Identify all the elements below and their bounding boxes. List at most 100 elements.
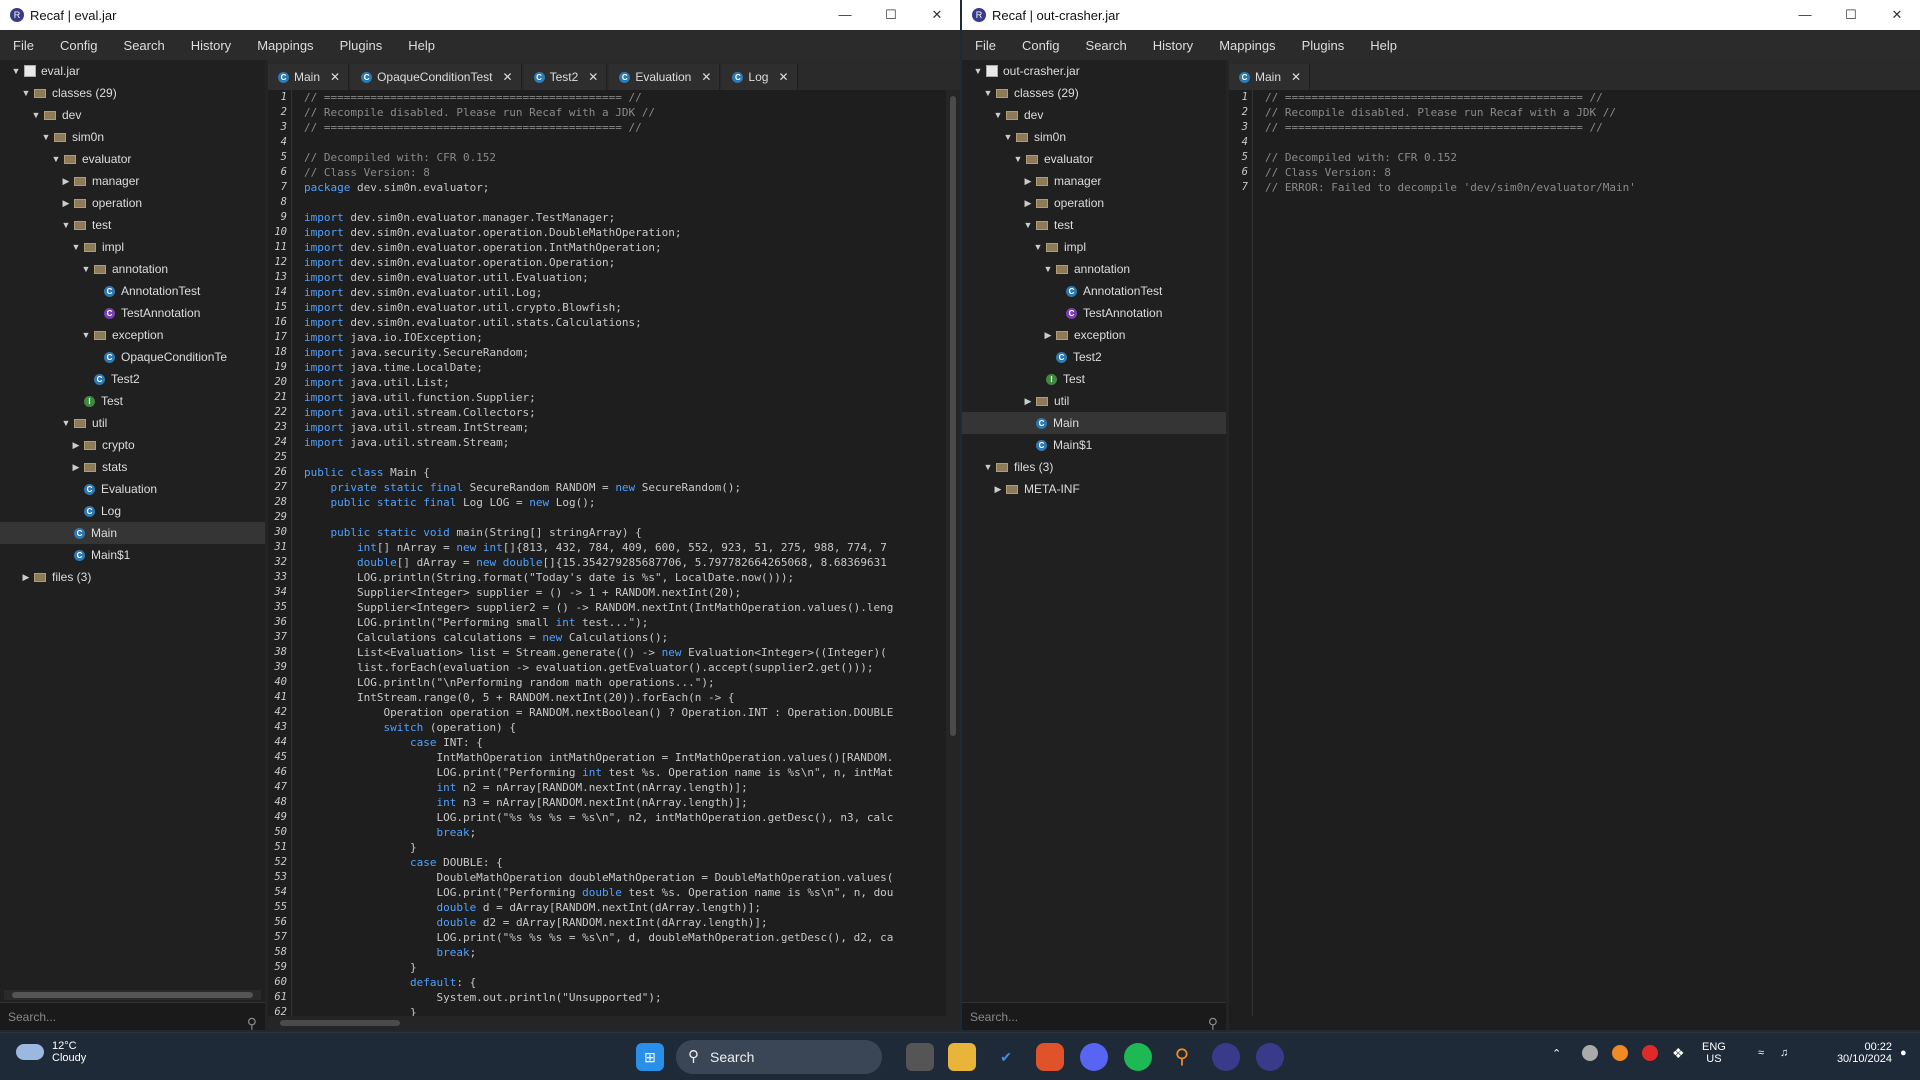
network-tray-icon[interactable]: ❖	[1672, 1045, 1685, 1062]
todo-icon[interactable]: ✔	[992, 1043, 1020, 1071]
wifi-icon[interactable]: ≈	[1758, 1047, 1764, 1059]
chevron-right-icon[interactable]: ▶	[20, 566, 32, 588]
tree-node[interactable]: ▼ sim0n	[0, 126, 265, 148]
tree-node[interactable]: ▼ test	[0, 214, 265, 236]
tray-app-icon[interactable]	[1612, 1045, 1628, 1061]
title-bar[interactable]: R Recaf | eval.jar — ☐ ✕	[0, 0, 960, 30]
close-icon[interactable]: ✕	[1291, 70, 1301, 84]
spotify-icon[interactable]	[1124, 1043, 1152, 1071]
tree-node[interactable]: C Main$1	[0, 544, 265, 566]
tree-node[interactable]: ▼ util	[0, 412, 265, 434]
tree-node[interactable]: I Test	[962, 368, 1226, 390]
menu-mappings[interactable]: Mappings	[1206, 38, 1288, 53]
tree-node[interactable]: ▶ manager	[0, 170, 265, 192]
tree-node[interactable]: ▶ files (3)	[0, 566, 265, 588]
tree-node[interactable]: ▶ META-INF	[962, 478, 1226, 500]
recaf-taskbar-icon[interactable]	[1212, 1043, 1240, 1071]
tree-node[interactable]: ▼ annotation	[962, 258, 1226, 280]
chevron-down-icon[interactable]: ▼	[1022, 214, 1034, 236]
menu-help[interactable]: Help	[395, 38, 448, 53]
chevron-up-icon[interactable]: ⌃	[1552, 1047, 1561, 1060]
tree-node[interactable]: ▶ operation	[962, 192, 1226, 214]
chevron-right-icon[interactable]: ▶	[1022, 192, 1034, 214]
minimize-button[interactable]: —	[1782, 0, 1828, 30]
chevron-right-icon[interactable]: ▶	[992, 478, 1004, 500]
tab-test2[interactable]: C Test2 ✕	[523, 64, 608, 90]
close-icon[interactable]: ✕	[701, 70, 711, 84]
tree-node[interactable]: ▼ dev	[0, 104, 265, 126]
chevron-down-icon[interactable]: ▼	[1032, 236, 1044, 258]
chevron-down-icon[interactable]: ▼	[1002, 126, 1014, 148]
menu-history[interactable]: History	[1140, 38, 1206, 53]
discord-tray-icon[interactable]	[1582, 1045, 1598, 1061]
chevron-down-icon[interactable]: ▼	[70, 236, 82, 258]
tree-node[interactable]: ▼ classes (29)	[0, 82, 265, 104]
clock[interactable]: 00:22 30/10/2024	[1818, 1041, 1892, 1065]
tree-node[interactable]: C Evaluation	[0, 478, 265, 500]
chevron-right-icon[interactable]: ▶	[1042, 324, 1054, 346]
tree-node[interactable]: ▼ annotation	[0, 258, 265, 280]
tree-node[interactable]: C Main	[0, 522, 265, 544]
menu-file[interactable]: File	[962, 38, 1009, 53]
tree-node[interactable]: C TestAnnotation	[962, 302, 1226, 324]
chevron-down-icon[interactable]: ▼	[80, 324, 92, 346]
chevron-right-icon[interactable]: ▶	[70, 456, 82, 478]
maximize-button[interactable]: ☐	[868, 0, 914, 30]
menu-search[interactable]: Search	[1073, 38, 1140, 53]
tree-node[interactable]: ▼ sim0n	[962, 126, 1226, 148]
chevron-down-icon[interactable]: ▼	[982, 82, 994, 104]
brave-browser-icon[interactable]	[1036, 1043, 1064, 1071]
menu-file[interactable]: File	[0, 38, 47, 53]
menu-config[interactable]: Config	[1009, 38, 1073, 53]
chevron-right-icon[interactable]: ▶	[60, 192, 72, 214]
tree-node[interactable]: ▼ impl	[962, 236, 1226, 258]
tree-node[interactable]: C Log	[0, 500, 265, 522]
search-tool-icon[interactable]: ⚲	[1168, 1043, 1196, 1071]
tree-node[interactable]: ▼ test	[962, 214, 1226, 236]
menu-mappings[interactable]: Mappings	[244, 38, 326, 53]
tree-node[interactable]: ▼ dev	[962, 104, 1226, 126]
maximize-button[interactable]: ☐	[1828, 0, 1874, 30]
chevron-down-icon[interactable]: ▼	[80, 258, 92, 280]
menu-help[interactable]: Help	[1357, 38, 1410, 53]
chevron-right-icon[interactable]: ▶	[1022, 390, 1034, 412]
chevron-down-icon[interactable]: ▼	[50, 148, 62, 170]
notification-bell-icon[interactable]: ●	[1900, 1047, 1907, 1059]
chevron-right-icon[interactable]: ▶	[70, 434, 82, 456]
code-area[interactable]: 1 2 3 4 5 6 7 // =============================…	[1229, 90, 1906, 1016]
close-button[interactable]: ✕	[1874, 0, 1920, 30]
menu-plugins[interactable]: Plugins	[1289, 38, 1358, 53]
editor-vertical-scrollbar[interactable]	[946, 90, 960, 1016]
tree-node[interactable]: ▼ classes (29)	[962, 82, 1226, 104]
close-icon[interactable]: ✕	[330, 70, 340, 84]
chevron-down-icon[interactable]: ▼	[1012, 148, 1024, 170]
tab-log[interactable]: C Log ✕	[722, 64, 798, 90]
chevron-down-icon[interactable]: ▼	[992, 104, 1004, 126]
code-area[interactable]: 1 2 3 4 5 6 7 8 9 10 11 12 13 14 15 16 17 18 19 20 21 22 23 24 2…	[268, 90, 946, 1016]
editor-horizontal-scrollbar[interactable]	[268, 1016, 960, 1030]
task-view-icon[interactable]	[906, 1043, 934, 1071]
chevron-down-icon[interactable]: ▼	[60, 412, 72, 434]
taskbar-search[interactable]: ⚲ Search	[676, 1040, 882, 1074]
tab-evaluation[interactable]: C Evaluation ✕	[609, 64, 721, 90]
weather-widget[interactable]: 12°C Cloudy	[16, 1040, 86, 1064]
tree-node[interactable]: ▼ evaluator	[0, 148, 265, 170]
close-icon[interactable]: ✕	[778, 70, 788, 84]
tab-main[interactable]: C Main ✕	[1229, 64, 1311, 90]
close-icon[interactable]: ✕	[588, 70, 598, 84]
menu-plugins[interactable]: Plugins	[327, 38, 396, 53]
tree-search-input[interactable]: Search... ⚲	[0, 1002, 265, 1030]
close-icon[interactable]: ✕	[503, 70, 513, 84]
tree-node[interactable]: ▶ operation	[0, 192, 265, 214]
chevron-down-icon[interactable]: ▼	[20, 82, 32, 104]
chevron-down-icon[interactable]: ▼	[10, 60, 22, 82]
tree-node[interactable]: C Test2	[0, 368, 265, 390]
chevron-down-icon[interactable]: ▼	[972, 60, 984, 82]
language-indicator[interactable]: ENG US	[1702, 1041, 1726, 1065]
tree-node[interactable]: ▼ eval.jar	[0, 60, 265, 82]
title-bar[interactable]: R Recaf | out-crasher.jar — ☐ ✕	[962, 0, 1920, 30]
tree-node[interactable]: C OpaqueConditionTe	[0, 346, 265, 368]
tree-node[interactable]: I Test	[0, 390, 265, 412]
tree-node[interactable]: ▼ exception	[0, 324, 265, 346]
tree-node[interactable]: ▼ out-crasher.jar	[962, 60, 1226, 82]
